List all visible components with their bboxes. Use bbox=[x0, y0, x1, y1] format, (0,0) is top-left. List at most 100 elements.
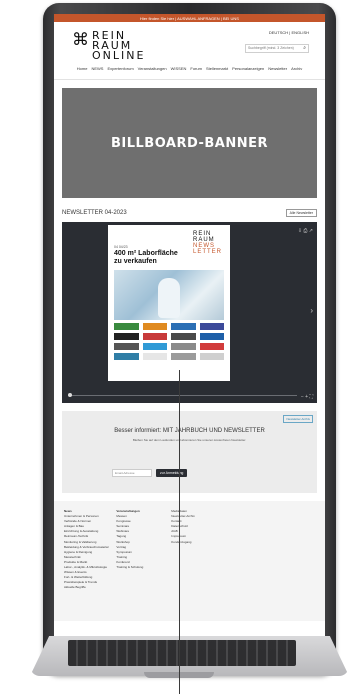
sponsor-logo bbox=[142, 323, 167, 330]
footer-link[interactable]: Kundenzugang bbox=[171, 540, 195, 545]
footer-link[interactable]: Anlagen & Bau bbox=[64, 524, 108, 529]
footer-link[interactable]: AGB bbox=[171, 529, 195, 534]
footer-link[interactable]: Reinraum-Technik bbox=[64, 534, 108, 539]
footer-link[interactable]: Workshop bbox=[116, 540, 143, 545]
footer-link[interactable]: Training & Schulung bbox=[116, 565, 143, 570]
sponsor-logo bbox=[199, 343, 224, 350]
nav-item-news[interactable]: NEWS bbox=[91, 66, 103, 71]
footer-link[interactable]: Veranstaltungen bbox=[116, 509, 143, 514]
footer-link[interactable]: Newsletter-Archiv bbox=[171, 514, 195, 519]
footer-link[interactable]: Tagung bbox=[116, 534, 143, 539]
footer-link[interactable]: Monitoring & Validierung bbox=[64, 540, 108, 545]
viewer-tools-icon[interactable]: ⇩ ⎙ ↗ bbox=[298, 228, 313, 234]
sponsor-logos bbox=[114, 323, 224, 360]
newsletter-issue: 04 04/23 bbox=[114, 245, 128, 249]
logo-line-3: ONLINE bbox=[92, 49, 146, 62]
newsletter-page[interactable]: REIN RAUM NEWS LETTER 04 04/23 400 m² La… bbox=[108, 225, 230, 381]
main-nav: Home NEWS Expertenforum Veranstaltungen … bbox=[54, 66, 325, 71]
newsletter-headline: 400 m² Laborfläche zu verkaufen bbox=[114, 250, 178, 265]
nav-item-newsletter[interactable]: Newsletter bbox=[268, 66, 287, 71]
footer-link[interactable]: Datenschutz bbox=[171, 524, 195, 529]
footer-link[interactable]: Kongresse bbox=[116, 519, 143, 524]
all-newsletters-button[interactable]: Alle Newsletter bbox=[285, 209, 317, 217]
sponsor-logo bbox=[114, 333, 139, 340]
newsletter-signup: Newsletter-Archiv Besser informiert: MIT… bbox=[62, 411, 317, 493]
sponsor-logo bbox=[142, 353, 167, 360]
footer-link[interactable]: Konferenz bbox=[116, 560, 143, 565]
sponsor-logo bbox=[171, 353, 196, 360]
billboard-label: BILLBOARD-BANNER bbox=[110, 135, 269, 151]
email-field[interactable]: Email-Adresse bbox=[112, 469, 152, 477]
footer-link[interactable]: Messtechnik bbox=[64, 555, 108, 560]
signup-button[interactable]: zur Anmeldung bbox=[156, 469, 188, 477]
nav-item-home[interactable]: Home bbox=[77, 66, 88, 71]
footer-link[interactable]: Training bbox=[116, 555, 143, 560]
footer-link[interactable]: Bekleidung & Verbrauchsmaterial bbox=[64, 545, 108, 550]
footer-link[interactable]: Vortrag bbox=[116, 545, 143, 550]
footer-link[interactable]: Kontakt bbox=[171, 519, 195, 524]
footer-link[interactable]: Mediadaten bbox=[171, 509, 195, 514]
search-placeholder: Suchbegriff (mind. 3 Zeichen) bbox=[248, 46, 294, 50]
footer-link[interactable]: Hygiene & Reinigung bbox=[64, 550, 108, 555]
language-switch[interactable]: DEUTSCH | ENGLISH bbox=[269, 30, 309, 35]
nav-item-forum[interactable]: Forum bbox=[190, 66, 202, 71]
footer-link[interactable]: Impressum bbox=[171, 534, 195, 539]
nav-item-personalanzeigen[interactable]: Personalanzeigen bbox=[232, 66, 264, 71]
newsletter-archive-badge[interactable]: Newsletter-Archiv bbox=[283, 415, 313, 423]
sponsor-logo bbox=[114, 353, 139, 360]
top-notice-text: Hier finden Sie hier | AUSWAHL ANFRAGEN … bbox=[140, 15, 239, 21]
sponsor-logo bbox=[171, 343, 196, 350]
sponsor-logo bbox=[171, 323, 196, 330]
footer-link[interactable]: Webinare bbox=[116, 529, 143, 534]
newsletter-header: NEWSLETTER 04-2023 Alle Newsletter bbox=[62, 208, 317, 218]
newsletter-title: NEWSLETTER 04-2023 bbox=[62, 210, 127, 216]
nav-item-veranstaltungen[interactable]: Veranstaltungen bbox=[138, 66, 167, 71]
nav-item-archiv[interactable]: Archiv bbox=[291, 66, 302, 71]
footer-link[interactable]: Praxisbeispiele & Trends bbox=[64, 580, 108, 585]
browser-screen: Hier finden Sie hier | AUSWAHL ANFRAGEN … bbox=[54, 14, 325, 636]
sponsor-logo bbox=[199, 353, 224, 360]
signup-form: Email-Adresse zur Anmeldung bbox=[112, 469, 188, 477]
footer-link[interactable]: Messen bbox=[116, 514, 143, 519]
sponsor-logo bbox=[114, 323, 139, 330]
footer-link[interactable]: Aktuelle Begriffe bbox=[64, 585, 108, 590]
footer-link[interactable]: Verbände & Normen bbox=[64, 519, 108, 524]
sponsor-logo bbox=[142, 343, 167, 350]
footer-link[interactable]: Produkte & Markt bbox=[64, 560, 108, 565]
footer-link[interactable]: Symposium bbox=[116, 550, 143, 555]
site-logo[interactable]: ⌘ REIN RAUM ONLINE bbox=[72, 30, 146, 62]
footer-link[interactable]: Labor-, Analytik- & Mikrobiologie bbox=[64, 565, 108, 570]
sponsor-logo bbox=[114, 343, 139, 350]
nav-item-expertenforum[interactable]: Expertenforum bbox=[107, 66, 133, 71]
progress-knob[interactable] bbox=[68, 393, 72, 397]
footer-link[interactable]: News bbox=[64, 509, 108, 514]
newsletter-logo-line-4: LETTER bbox=[192, 249, 222, 255]
billboard-banner[interactable]: BILLBOARD-BANNER bbox=[62, 88, 317, 198]
search-icon[interactable]: ⌕ bbox=[303, 45, 306, 51]
footer-link[interactable]: Unternehmen & Personen bbox=[64, 514, 108, 519]
lab-photo bbox=[114, 270, 224, 320]
search-input[interactable]: Suchbegriff (mind. 3 Zeichen) ⌕ bbox=[245, 44, 309, 53]
newsletter-logo: REIN RAUM NEWS LETTER bbox=[193, 231, 222, 255]
lab-worker-figure bbox=[158, 278, 180, 318]
keyboard bbox=[68, 640, 296, 666]
sponsor-logo bbox=[171, 333, 196, 340]
newsletter-viewer[interactable]: REIN RAUM NEWS LETTER 04 04/23 400 m² La… bbox=[62, 222, 317, 403]
top-notice-bar[interactable]: Hier finden Sie hier | AUSWAHL ANFRAGEN … bbox=[54, 14, 325, 22]
footer-column-events: Veranstaltungen Messen Kongresse Seminar… bbox=[116, 509, 143, 613]
page-progress-slider[interactable] bbox=[68, 393, 297, 397]
footer-link[interactable]: Fort- & Weiterbildung bbox=[64, 575, 108, 580]
scene: Hier finden Sie hier | AUSWAHL ANFRAGEN … bbox=[0, 0, 363, 694]
sponsor-logo bbox=[142, 333, 167, 340]
nav-item-stellenmarkt[interactable]: Stellenmarkt bbox=[206, 66, 228, 71]
footer-column-info: Mediadaten Newsletter-Archiv Kontakt Dat… bbox=[171, 509, 195, 613]
cable-line bbox=[179, 370, 180, 694]
nav-item-wissen[interactable]: WISSEN bbox=[171, 66, 187, 71]
site-header: ⌘ REIN RAUM ONLINE DEUTSCH | ENGLISH Suc… bbox=[54, 22, 325, 80]
logo-mark-icon: ⌘ bbox=[72, 30, 89, 49]
chevron-right-icon[interactable]: › bbox=[310, 306, 313, 315]
footer-link[interactable]: Wissen & Events bbox=[64, 570, 108, 575]
footer-link[interactable]: Einrichtung & Ausstattung bbox=[64, 529, 108, 534]
viewer-controls-icon[interactable]: − + ⛶ bbox=[301, 394, 313, 400]
footer-link[interactable]: Seminare bbox=[116, 524, 143, 529]
